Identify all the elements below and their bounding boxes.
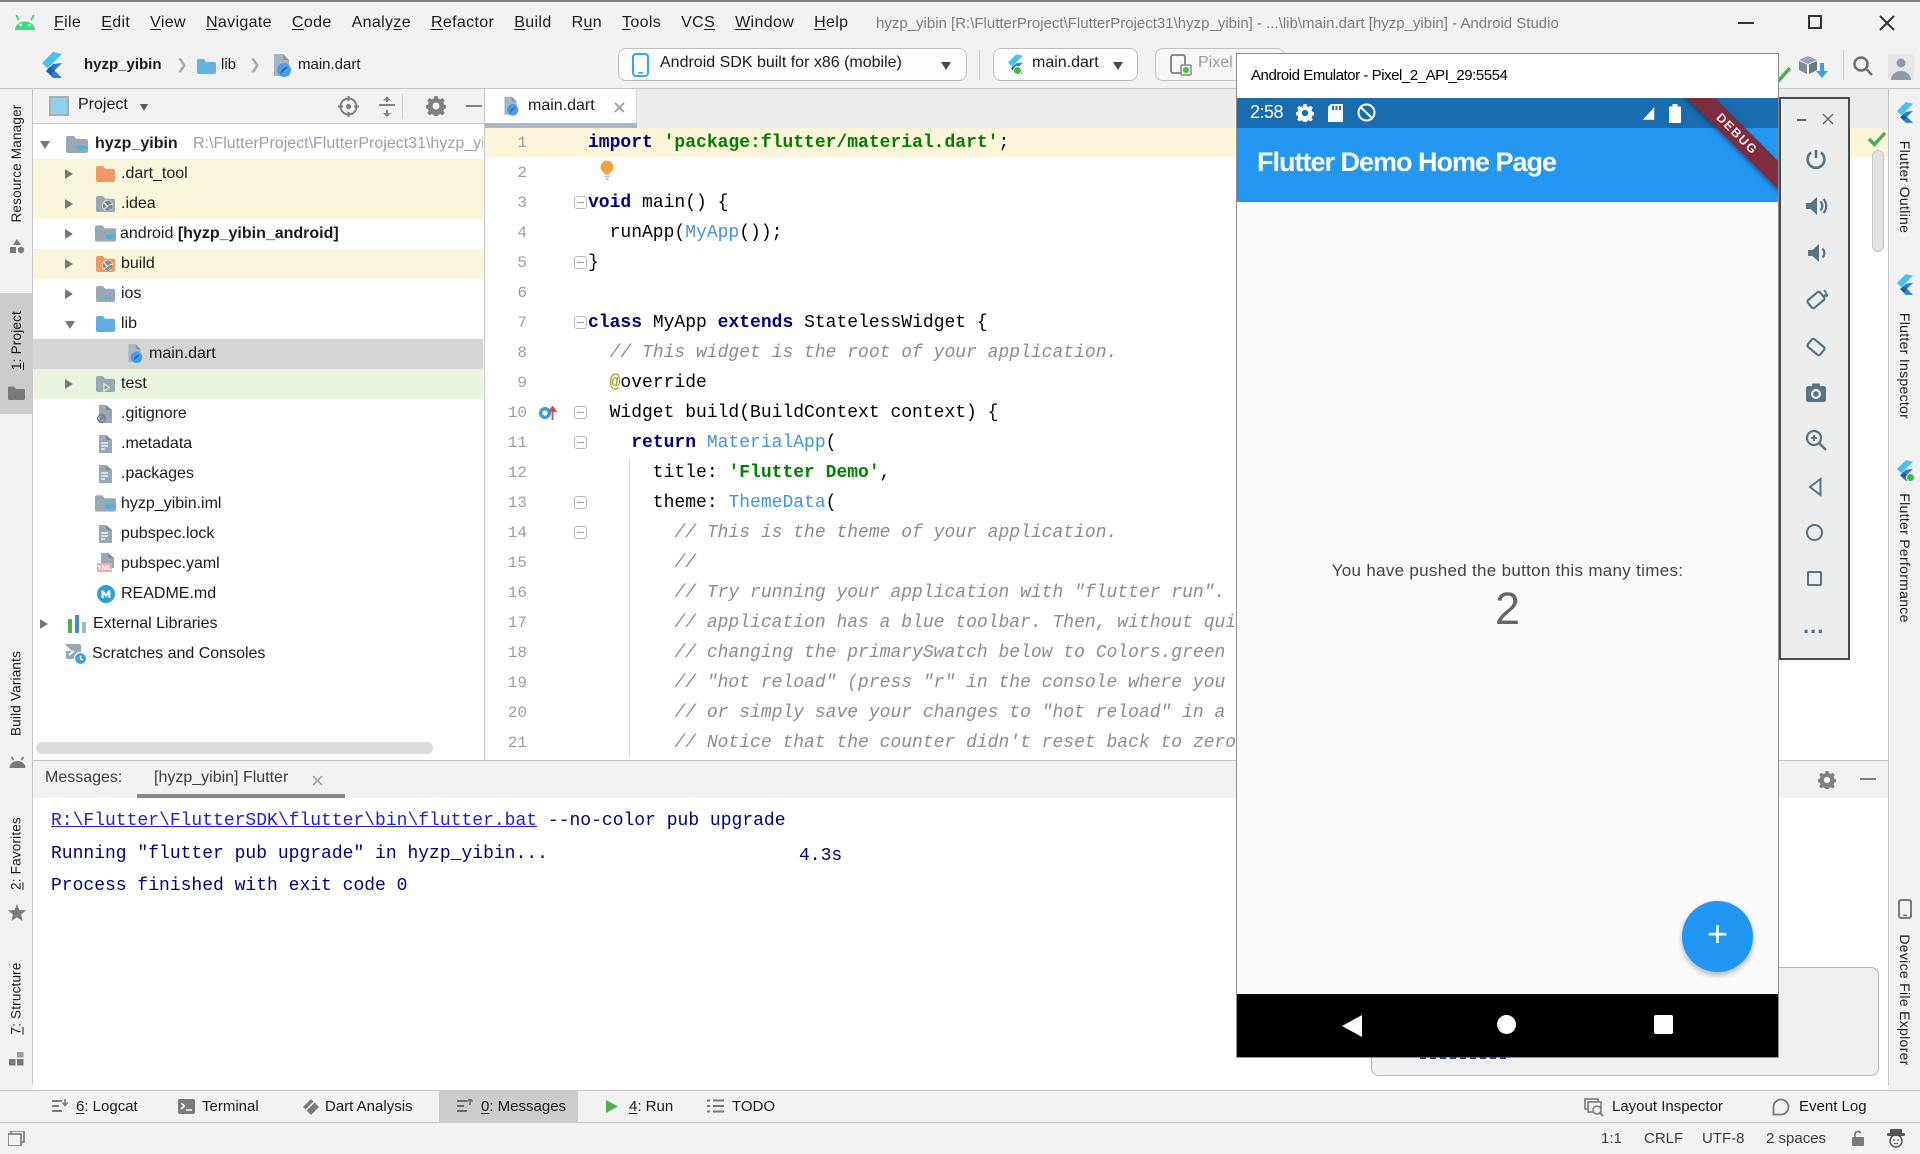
svg-text:YML: YML [97,565,113,572]
